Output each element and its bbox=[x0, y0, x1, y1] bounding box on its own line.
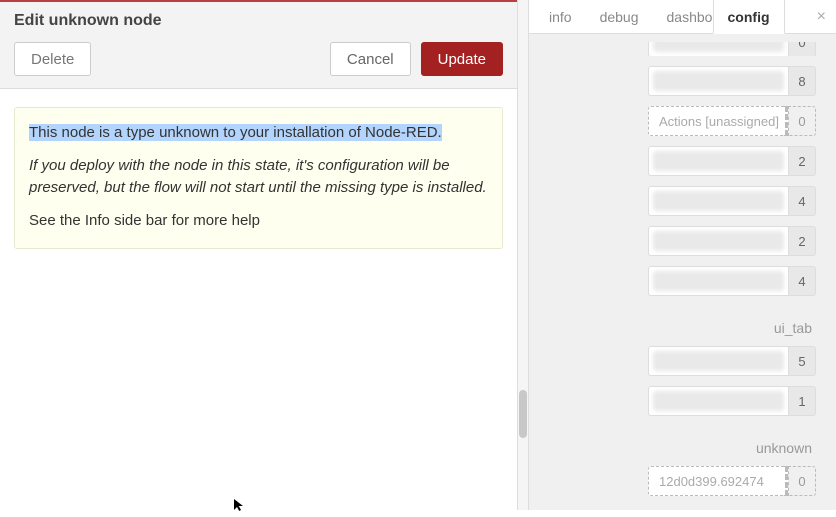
scrollbar[interactable] bbox=[518, 0, 528, 510]
scroll-thumb[interactable] bbox=[519, 390, 527, 438]
config-row: 1 bbox=[549, 386, 816, 416]
editor-title: Edit unknown node bbox=[14, 12, 503, 30]
config-node-label bbox=[648, 346, 788, 376]
config-count-badge: 5 bbox=[788, 346, 816, 376]
config-entry[interactable]: 4 bbox=[648, 266, 816, 296]
section-title-uitab: ui_tab bbox=[549, 320, 816, 336]
config-entry[interactable]: 2 bbox=[648, 226, 816, 256]
config-entry[interactable]: 4 bbox=[648, 186, 816, 216]
config-count-badge: 0 bbox=[788, 466, 816, 496]
config-node-label bbox=[648, 186, 788, 216]
config-node-label bbox=[648, 386, 788, 416]
tab-info[interactable]: info bbox=[535, 0, 586, 34]
tab-config[interactable]: config bbox=[713, 0, 785, 34]
config-count-badge: 0 bbox=[788, 42, 816, 56]
config-node-label: Actions [unassigned] bbox=[648, 106, 788, 136]
config-count-badge: 2 bbox=[788, 226, 816, 256]
config-row: 4 bbox=[549, 186, 816, 216]
config-node-label bbox=[648, 66, 788, 96]
tab-debug[interactable]: debug bbox=[586, 0, 653, 34]
info-box: This node is a type unknown to your inst… bbox=[14, 107, 503, 249]
info-line-1: This node is a type unknown to your inst… bbox=[29, 122, 488, 145]
editor-button-row: Delete Cancel Update bbox=[14, 42, 503, 76]
config-row: 2 bbox=[549, 146, 816, 176]
update-button[interactable]: Update bbox=[421, 42, 503, 76]
config-row: 8 bbox=[549, 66, 816, 96]
info-line-3: See the Info side bar for more help bbox=[29, 210, 488, 233]
info-highlight: This node is a type unknown to your inst… bbox=[29, 124, 442, 141]
config-row: 12d0d399.692474 0 bbox=[549, 466, 816, 496]
config-entry[interactable]: 0 bbox=[648, 42, 816, 56]
config-entry[interactable]: 5 bbox=[648, 346, 816, 376]
config-count-badge: 4 bbox=[788, 266, 816, 296]
editor-body: This node is a type unknown to your inst… bbox=[0, 89, 517, 510]
config-count-badge: 8 bbox=[788, 66, 816, 96]
config-row: 5 bbox=[549, 346, 816, 376]
config-entry[interactable]: 1 bbox=[648, 386, 816, 416]
config-count-badge: 0 bbox=[788, 106, 816, 136]
config-list[interactable]: 0 8 Actions [unassigned] 0 2 4 bbox=[529, 34, 836, 510]
config-node-label bbox=[648, 42, 788, 56]
editor-panel: Edit unknown node Delete Cancel Update T… bbox=[0, 0, 518, 510]
config-entry[interactable]: Actions [unassigned] 0 bbox=[648, 106, 816, 136]
config-node-label: 12d0d399.692474 bbox=[648, 466, 788, 496]
config-node-label bbox=[648, 146, 788, 176]
config-row: Actions [unassigned] 0 bbox=[549, 106, 816, 136]
config-row: 0 bbox=[549, 42, 816, 56]
config-row: 2 bbox=[549, 226, 816, 256]
config-node-label bbox=[648, 266, 788, 296]
config-count-badge: 1 bbox=[788, 386, 816, 416]
config-node-label bbox=[648, 226, 788, 256]
cancel-button[interactable]: Cancel bbox=[330, 42, 411, 76]
config-row: 4 bbox=[549, 266, 816, 296]
config-entry[interactable]: 12d0d399.692474 0 bbox=[648, 466, 816, 496]
editor-header: Edit unknown node Delete Cancel Update bbox=[0, 0, 517, 89]
config-entry[interactable]: 8 bbox=[648, 66, 816, 96]
config-entry[interactable]: 2 bbox=[648, 146, 816, 176]
tab-dashboard-label: dashboard bbox=[667, 9, 713, 25]
info-line-2: If you deploy with the node in this stat… bbox=[29, 155, 488, 200]
tab-dashboard[interactable]: dashboard × bbox=[653, 0, 713, 34]
close-icon[interactable]: × bbox=[807, 8, 836, 26]
config-count-badge: 2 bbox=[788, 146, 816, 176]
delete-button[interactable]: Delete bbox=[14, 42, 91, 76]
section-title-unknown: unknown bbox=[549, 440, 816, 456]
sidebar: info debug dashboard × config × 0 8 Acti… bbox=[528, 0, 836, 510]
config-count-badge: 4 bbox=[788, 186, 816, 216]
sidebar-tabs: info debug dashboard × config × bbox=[529, 0, 836, 34]
